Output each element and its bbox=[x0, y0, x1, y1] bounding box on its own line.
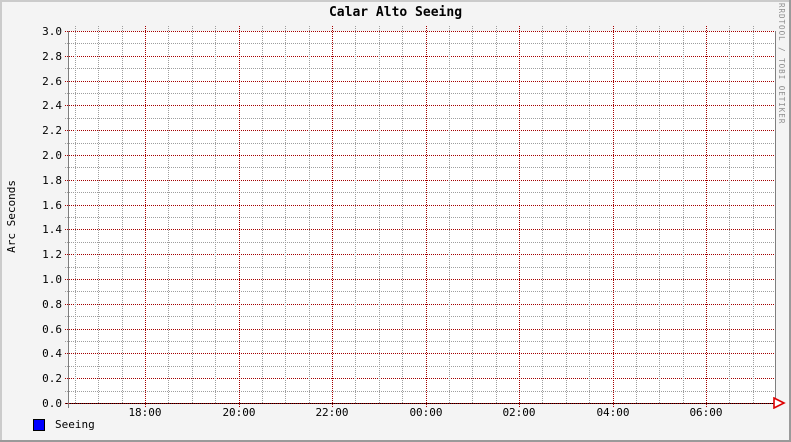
x-tick-label: 00:00 bbox=[409, 406, 443, 419]
h-gridline-major bbox=[65, 56, 774, 57]
y-axis-title: Arc Seconds bbox=[5, 180, 18, 253]
v-gridline-minor bbox=[122, 26, 123, 403]
y-axis-line bbox=[68, 31, 69, 408]
h-gridline-major bbox=[65, 304, 774, 305]
h-gridline-major bbox=[65, 254, 774, 255]
plot-right-border bbox=[775, 31, 776, 404]
v-gridline-major bbox=[613, 26, 614, 408]
x-tick-label: 02:00 bbox=[502, 406, 536, 419]
h-gridline-minor bbox=[65, 291, 774, 292]
h-gridline-major bbox=[65, 378, 774, 379]
x-tick-label: 06:00 bbox=[689, 406, 723, 419]
y-tick-label: 0.4 bbox=[42, 347, 62, 360]
v-gridline-minor bbox=[262, 26, 263, 403]
h-gridline-major bbox=[65, 205, 774, 206]
y-tick-label: 0.2 bbox=[42, 372, 62, 385]
y-tick-label: 2.8 bbox=[42, 50, 62, 63]
x-tick-label: 04:00 bbox=[596, 406, 630, 419]
v-gridline-minor bbox=[215, 26, 216, 403]
y-tick-label: 2.6 bbox=[42, 75, 62, 88]
h-gridline-minor bbox=[65, 118, 774, 119]
v-gridline-major bbox=[239, 26, 240, 408]
y-tick-label: 2.4 bbox=[42, 99, 62, 112]
v-gridline-minor bbox=[309, 26, 310, 403]
y-tick-label: 3.0 bbox=[42, 25, 62, 38]
h-gridline-major bbox=[65, 329, 774, 330]
v-gridline-minor bbox=[449, 26, 450, 403]
legend-swatch-seeing bbox=[33, 419, 45, 431]
h-gridline-major bbox=[65, 81, 774, 82]
v-gridline-minor bbox=[168, 26, 169, 403]
rrdtool-graph: 0.0 0.2 0.4 0.6 0.8 1.0 1.2 1.4 1.6 1.8 2.0 2.2 2.4 2… bbox=[0, 0, 791, 442]
h-gridline-major bbox=[65, 279, 774, 280]
y-tick-label: 0.8 bbox=[42, 298, 62, 311]
v-gridline-minor bbox=[192, 26, 193, 403]
v-gridline-minor bbox=[355, 26, 356, 403]
h-gridline-minor bbox=[65, 93, 774, 94]
v-gridline-minor bbox=[402, 26, 403, 403]
h-gridline-minor bbox=[65, 43, 774, 44]
v-gridline-minor bbox=[285, 26, 286, 403]
v-gridline-minor bbox=[379, 26, 380, 403]
v-gridline-major bbox=[519, 26, 520, 408]
h-gridline-major bbox=[65, 105, 774, 106]
h-gridline-major bbox=[65, 180, 774, 181]
v-gridline-minor bbox=[496, 26, 497, 403]
h-gridline-major bbox=[65, 130, 774, 131]
v-gridline-minor bbox=[566, 26, 567, 403]
legend-label-seeing: Seeing bbox=[55, 418, 95, 431]
v-gridline-minor bbox=[729, 26, 730, 403]
h-gridline-minor bbox=[65, 242, 774, 243]
y-tick-label: 1.0 bbox=[42, 273, 62, 286]
h-gridline-minor bbox=[65, 143, 774, 144]
h-gridline-major bbox=[65, 229, 774, 230]
chart-title: Calar Alto Seeing bbox=[328, 5, 463, 20]
h-gridline-major bbox=[65, 353, 774, 354]
v-gridline-major bbox=[145, 26, 146, 408]
v-gridline-major bbox=[706, 26, 707, 408]
h-gridline-minor bbox=[65, 68, 774, 69]
v-gridline-minor bbox=[542, 26, 543, 403]
h-gridline-minor bbox=[65, 192, 774, 193]
v-gridline-minor bbox=[98, 26, 99, 403]
h-gridline-minor bbox=[65, 341, 774, 342]
y-tick-label: 0.0 bbox=[42, 397, 62, 410]
rrdtool-watermark: RRDTOOL / TOBI OETIKER bbox=[777, 3, 786, 125]
h-gridline-minor bbox=[65, 217, 774, 218]
v-gridline-major bbox=[426, 26, 427, 408]
x-tick-label: 18:00 bbox=[128, 406, 162, 419]
x-tick-label: 22:00 bbox=[315, 406, 349, 419]
v-gridline-minor bbox=[472, 26, 473, 403]
v-gridline-minor bbox=[75, 26, 76, 403]
y-tick-label: 2.0 bbox=[42, 149, 62, 162]
h-gridline-minor bbox=[65, 316, 774, 317]
h-gridline-major bbox=[65, 155, 774, 156]
v-gridline-major bbox=[332, 26, 333, 408]
h-gridline-major bbox=[65, 31, 774, 32]
x-axis-arrow-icon bbox=[773, 397, 786, 409]
h-gridline-major bbox=[65, 403, 774, 404]
h-gridline-minor bbox=[65, 167, 774, 168]
y-tick-label: 2.2 bbox=[42, 124, 62, 137]
v-gridline-minor bbox=[683, 26, 684, 403]
h-gridline-minor bbox=[65, 366, 774, 367]
bevel-left bbox=[0, 0, 2, 442]
v-gridline-minor bbox=[636, 26, 637, 403]
bevel-top bbox=[0, 0, 791, 2]
x-tick-label: 20:00 bbox=[222, 406, 256, 419]
h-gridline-minor bbox=[65, 391, 774, 392]
y-tick-label: 0.6 bbox=[42, 323, 62, 336]
v-gridline-minor bbox=[659, 26, 660, 403]
v-gridline-minor bbox=[589, 26, 590, 403]
v-gridline-minor bbox=[753, 26, 754, 403]
h-gridline-minor bbox=[65, 267, 774, 268]
